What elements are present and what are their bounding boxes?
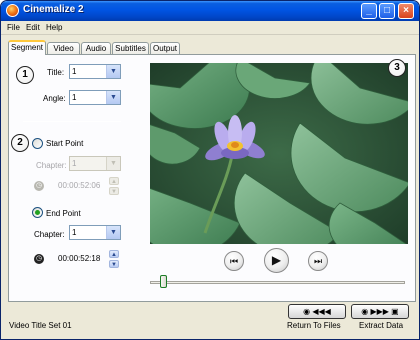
end-time-field[interactable]: 00:00:52:18 [58, 251, 100, 266]
skip-forward-icon: ⏭ [313, 256, 323, 266]
chevron-down-icon: ▼ [106, 157, 120, 170]
title-select-value: 1 [72, 67, 77, 76]
section-divider [23, 121, 121, 122]
start-point-radio[interactable] [32, 138, 43, 149]
callout-3-badge: 3 [388, 59, 406, 77]
start-chapter-select[interactable]: 1 ▼ [69, 156, 121, 171]
video-preview [150, 63, 408, 244]
end-point-label: End Point [46, 209, 81, 218]
extract-data-label: Extract Data [359, 321, 404, 330]
tab-segment[interactable]: Segment [8, 40, 46, 55]
play-button[interactable]: ▶ [264, 248, 289, 273]
clock-icon: ◷ [34, 254, 44, 264]
angle-label: Angle: [43, 94, 66, 103]
callout-1-badge: 1 [16, 66, 34, 84]
start-chapter-label: Chapter: [36, 161, 67, 170]
menu-edit[interactable]: Edit [26, 23, 40, 32]
extract-data-button[interactable]: ◉ ▶▶▶ ▣ [351, 304, 409, 319]
title-label: Title: [47, 68, 65, 77]
status-text: Video Title Set 01 [9, 321, 72, 330]
end-chapter-select[interactable]: 1 ▼ [69, 225, 121, 240]
return-to-files-button[interactable]: ◉ ◀◀◀ [288, 304, 346, 319]
end-chapter-value: 1 [72, 228, 77, 237]
start-time-field[interactable]: 00:00:52:06 [58, 178, 100, 193]
position-slider-track[interactable] [150, 281, 405, 284]
start-time-stepper[interactable]: ▲ ▼ [109, 177, 119, 195]
angle-select[interactable]: 1 ▼ [69, 90, 121, 105]
forward-arrows-icon: ▶▶▶ [370, 307, 389, 316]
skip-back-icon: ⏮ [229, 256, 239, 266]
spin-down-icon[interactable]: ▼ [109, 187, 119, 195]
rewind-arrows-icon: ◀◀◀ [312, 307, 331, 316]
skip-forward-button[interactable]: ⏭ [308, 251, 328, 271]
position-slider-thumb[interactable] [160, 275, 167, 288]
close-button[interactable]: × [398, 3, 414, 19]
end-point-radio[interactable] [32, 207, 43, 218]
menu-help[interactable]: Help [46, 23, 62, 32]
start-chapter-value: 1 [72, 159, 77, 168]
app-logo-icon[interactable] [6, 4, 19, 17]
chevron-down-icon: ▼ [106, 91, 120, 104]
chevron-down-icon: ▼ [106, 226, 120, 239]
chevron-down-icon: ▼ [106, 65, 120, 78]
skip-back-button[interactable]: ⏮ [224, 251, 244, 271]
folder-icon: ▣ [391, 307, 399, 316]
angle-select-value: 1 [72, 93, 77, 102]
end-time-stepper[interactable]: ▲ ▼ [109, 250, 119, 268]
window-title: Cinemalize 2 [23, 4, 84, 15]
disc-icon: ◉ [361, 307, 369, 316]
end-chapter-label: Chapter: [34, 230, 65, 239]
spin-up-icon[interactable]: ▲ [109, 177, 119, 185]
spin-up-icon[interactable]: ▲ [109, 250, 119, 258]
menu-file[interactable]: File [7, 23, 20, 32]
title-bar[interactable]: Cinemalize 2 _ □ × [1, 1, 419, 21]
lotus-pond-image [150, 63, 408, 244]
title-select[interactable]: 1 ▼ [69, 64, 121, 79]
return-to-files-label: Return To Files [287, 321, 341, 330]
clock-icon: ◷ [34, 181, 44, 191]
callout-2-badge: 2 [11, 134, 29, 152]
minimize-button[interactable]: _ [361, 3, 377, 19]
start-point-label: Start Point [46, 139, 84, 148]
spin-down-icon[interactable]: ▼ [109, 260, 119, 268]
app-window: Cinemalize 2 _ □ × File Edit Help Segmen… [0, 0, 420, 340]
menu-bar: File Edit Help [1, 21, 419, 35]
maximize-button[interactable]: □ [379, 3, 395, 19]
disc-icon: ◉ [303, 307, 311, 316]
play-icon: ▶ [271, 253, 282, 267]
